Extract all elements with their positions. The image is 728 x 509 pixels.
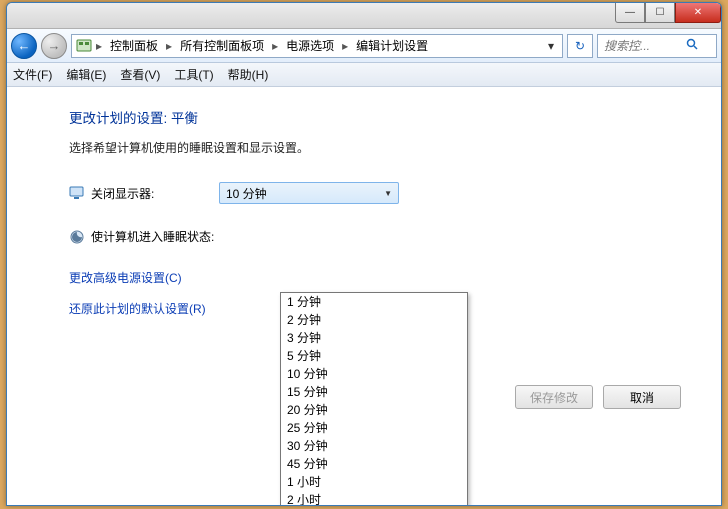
display-label-text: 关闭显示器: (91, 185, 154, 202)
crumb-power-options[interactable]: 电源选项 (282, 37, 338, 54)
display-label: 关闭显示器: (69, 185, 219, 202)
display-timeout-combo[interactable]: 10 分钟 ▼ (219, 182, 399, 204)
moon-icon (69, 229, 85, 245)
chevron-down-icon: ▼ (384, 189, 392, 198)
dropdown-option[interactable]: 3 分钟 (281, 329, 467, 347)
crumb-control-panel[interactable]: 控制面板 (106, 37, 162, 54)
page-subtitle: 选择希望计算机使用的睡眠设置和显示设置。 (69, 139, 681, 156)
crumb-edit-plan[interactable]: 编辑计划设置 (352, 37, 432, 54)
menu-edit[interactable]: 编辑(E) (66, 66, 106, 83)
dropdown-option[interactable]: 15 分钟 (281, 383, 467, 401)
address-dropdown-icon[interactable]: ▾ (544, 39, 558, 53)
close-button[interactable]: ✕ (675, 3, 721, 23)
navbar: ← → ▸ 控制面板 ▸ 所有控制面板项 ▸ 电源选项 ▸ 编辑计划设置 ▾ ↻ (7, 29, 721, 63)
sleep-label: 使计算机进入睡眠状态: (69, 228, 219, 245)
dropdown-option[interactable]: 10 分钟 (281, 365, 467, 383)
crumb-sep: ▸ (340, 39, 350, 53)
crumb-all-items[interactable]: 所有控制面板项 (176, 37, 268, 54)
action-buttons: 保存修改 取消 (515, 385, 681, 409)
cancel-button[interactable]: 取消 (603, 385, 681, 409)
content-area: 更改计划的设置: 平衡 选择希望计算机使用的睡眠设置和显示设置。 关闭显示器: … (7, 87, 721, 505)
sleep-label-text: 使计算机进入睡眠状态: (91, 228, 214, 245)
dropdown-option[interactable]: 25 分钟 (281, 419, 467, 437)
row-sleep: 使计算机进入睡眠状态: (69, 228, 681, 245)
dropdown-option[interactable]: 1 分钟 (281, 293, 467, 311)
crumb-sep: ▸ (94, 39, 104, 53)
minimize-button[interactable]: — (615, 3, 645, 23)
forward-button[interactable]: → (41, 33, 67, 59)
maximize-button[interactable]: ☐ (645, 3, 675, 23)
control-panel-icon (76, 38, 92, 54)
crumb-sep: ▸ (164, 39, 174, 53)
crumb-sep: ▸ (270, 39, 280, 53)
window-controls: — ☐ ✕ (615, 3, 721, 23)
refresh-button[interactable]: ↻ (567, 34, 593, 58)
dropdown-option[interactable]: 2 小时 (281, 491, 467, 506)
back-button[interactable]: ← (11, 33, 37, 59)
search-icon (686, 38, 698, 53)
dropdown-option[interactable]: 30 分钟 (281, 437, 467, 455)
display-timeout-value: 10 分钟 (226, 185, 267, 202)
menu-file[interactable]: 文件(F) (13, 66, 52, 83)
dropdown-option[interactable]: 20 分钟 (281, 401, 467, 419)
menubar: 文件(F) 编辑(E) 查看(V) 工具(T) 帮助(H) (7, 63, 721, 87)
titlebar: — ☐ ✕ (7, 3, 721, 29)
menu-help[interactable]: 帮助(H) (228, 66, 269, 83)
link-advanced-settings[interactable]: 更改高级电源设置(C) (69, 269, 681, 286)
dropdown-option[interactable]: 1 小时 (281, 473, 467, 491)
search-box[interactable] (597, 34, 717, 58)
menu-view[interactable]: 查看(V) (120, 66, 160, 83)
save-button[interactable]: 保存修改 (515, 385, 593, 409)
dropdown-option[interactable]: 5 分钟 (281, 347, 467, 365)
dropdown-option[interactable]: 45 分钟 (281, 455, 467, 473)
page-title: 更改计划的设置: 平衡 (69, 107, 681, 127)
menu-tools[interactable]: 工具(T) (174, 66, 213, 83)
search-input[interactable] (602, 38, 682, 54)
address-bar[interactable]: ▸ 控制面板 ▸ 所有控制面板项 ▸ 电源选项 ▸ 编辑计划设置 ▾ (71, 34, 563, 58)
display-timeout-dropdown[interactable]: 1 分钟2 分钟3 分钟5 分钟10 分钟15 分钟20 分钟25 分钟30 分… (280, 292, 468, 506)
dropdown-option[interactable]: 2 分钟 (281, 311, 467, 329)
window: — ☐ ✕ ← → ▸ 控制面板 ▸ 所有控制面板项 ▸ 电源选项 ▸ 编辑计划… (6, 2, 722, 506)
row-turn-off-display: 关闭显示器: 10 分钟 ▼ (69, 182, 681, 204)
monitor-icon (69, 185, 85, 201)
